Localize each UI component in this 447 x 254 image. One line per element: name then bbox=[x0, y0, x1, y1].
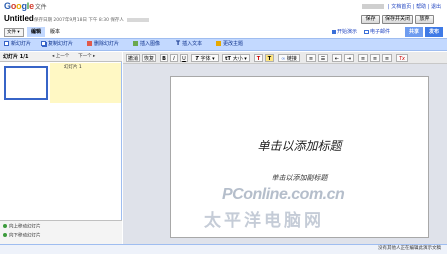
arrow-down-icon bbox=[3, 233, 7, 237]
move-slide-up-button[interactable]: 向上移动幻灯片 bbox=[3, 224, 41, 231]
save-info: 保存日期 2007年9月18日 下午 8:30 保存人 bbox=[34, 17, 149, 23]
move-slide-down-button[interactable]: 向下移动幻灯片 bbox=[3, 233, 41, 240]
copy-slide-icon bbox=[41, 41, 46, 46]
clear-formatting-button[interactable]: Tx bbox=[396, 54, 408, 62]
bulleted-list-icon: ☰ bbox=[320, 56, 326, 62]
slide-nav: ◂ 上一个 下一个 ▸ bbox=[52, 54, 95, 60]
insert-image-icon bbox=[133, 41, 138, 46]
delete-slide-icon bbox=[87, 41, 92, 46]
insert-image-button[interactable]: 插入图像 bbox=[133, 41, 160, 48]
link-button[interactable]: ∞ 链接 bbox=[278, 54, 300, 62]
file-menu-button[interactable]: 文件 ▾ bbox=[4, 28, 24, 37]
copy-slide-label: 复制幻灯片 bbox=[48, 41, 74, 47]
italic-button[interactable]: I bbox=[170, 54, 178, 62]
new-slide-button[interactable]: 新幻灯片 bbox=[4, 41, 31, 48]
insert-text-button[interactable]: T 插入文本 bbox=[176, 41, 202, 48]
align-right-button[interactable]: ≡ bbox=[382, 54, 392, 62]
move-slide-up-label: 向上移动幻灯片 bbox=[9, 224, 41, 230]
publish-button[interactable]: 发布 bbox=[425, 27, 443, 37]
new-slide-icon bbox=[4, 41, 9, 46]
slide-subtitle-placeholder[interactable]: 单击以添加副标题 bbox=[170, 173, 429, 183]
redacted-user-block bbox=[126, 17, 149, 22]
increase-indent-button[interactable]: ⇥ bbox=[344, 54, 354, 62]
delete-slide-label: 删除幻灯片 bbox=[94, 41, 120, 47]
tab-revisions[interactable]: 版本 bbox=[47, 27, 63, 37]
save-info-text: 保存日期 2007年9月18日 下午 8:30 保存人 bbox=[34, 18, 124, 23]
change-theme-icon bbox=[216, 41, 221, 46]
top-links: | 文档首页 | 帮助 | 退出 bbox=[362, 3, 441, 10]
new-slide-label: 新幻灯片 bbox=[11, 41, 32, 47]
presentation-icon bbox=[332, 29, 336, 34]
numbered-list-button[interactable]: ≡ bbox=[306, 54, 316, 62]
save-button[interactable]: 保存 bbox=[361, 15, 380, 24]
outdent-icon: ⇤ bbox=[334, 56, 340, 62]
discard-button[interactable]: 放弃 bbox=[415, 15, 434, 24]
slide-thumbnail-row[interactable] bbox=[50, 63, 121, 103]
google-docs-logo[interactable]: Google文件 bbox=[4, 1, 47, 11]
slide-thumbnail-label: 幻灯片 1 bbox=[64, 65, 82, 70]
tab-edit[interactable]: 编辑 bbox=[27, 27, 45, 37]
numbered-list-icon: ≡ bbox=[308, 56, 314, 62]
email-label: 电子邮件 bbox=[370, 29, 391, 35]
change-theme-label: 更改主题 bbox=[223, 41, 244, 47]
align-right-icon: ≡ bbox=[384, 56, 390, 62]
insert-text-icon: T bbox=[176, 40, 181, 47]
watermark-text: PConline.com.cn bbox=[222, 186, 345, 203]
email-link[interactable]: 电子邮件 bbox=[364, 28, 390, 36]
prev-slide-button[interactable]: ◂ 上一个 bbox=[52, 54, 69, 59]
align-center-icon: ≡ bbox=[372, 56, 378, 62]
align-left-icon: ≡ bbox=[360, 56, 366, 62]
status-text: 没有其他人正在编辑此演示文稿 bbox=[378, 246, 441, 251]
size-dropdown-label: 大小 ▾ bbox=[232, 56, 247, 62]
separator: | bbox=[427, 4, 430, 10]
copy-slide-button[interactable]: 复制幻灯片 bbox=[41, 41, 73, 48]
next-slide-button[interactable]: 下一个 ▸ bbox=[78, 54, 95, 59]
align-left-button[interactable]: ≡ bbox=[358, 54, 368, 62]
save-close-button[interactable]: 保存并关闭 bbox=[382, 15, 413, 24]
sign-out-link[interactable]: 退出 bbox=[431, 4, 441, 10]
indent-icon: ⇥ bbox=[346, 56, 352, 62]
bold-button[interactable]: B bbox=[160, 54, 168, 62]
redacted-account-block bbox=[362, 4, 385, 9]
document-title[interactable]: Untitled bbox=[4, 14, 34, 23]
highlight-color-button[interactable]: T bbox=[265, 54, 274, 62]
email-icon bbox=[364, 29, 369, 34]
font-size-icon: tT bbox=[225, 56, 233, 62]
start-presentation-label: 开始演示 bbox=[337, 29, 358, 35]
docs-home-link[interactable]: 文档首页 bbox=[391, 4, 411, 10]
underline-button[interactable]: U bbox=[180, 54, 188, 62]
bulleted-list-button[interactable]: ☰ bbox=[318, 54, 328, 62]
link-label: 链接 bbox=[286, 56, 297, 62]
separator: | bbox=[387, 4, 390, 10]
insert-text-label: 插入文本 bbox=[182, 41, 203, 47]
separator: | bbox=[412, 4, 415, 10]
watermark-text-cn: 太平洋电脑网 bbox=[204, 211, 324, 231]
arrow-up-icon bbox=[3, 224, 7, 228]
redo-button[interactable]: 恢复 bbox=[142, 54, 156, 62]
move-slide-down-label: 向下移动幻灯片 bbox=[9, 233, 41, 239]
decrease-indent-button[interactable]: ⇤ bbox=[332, 54, 342, 62]
font-dropdown-label: 字体 ▾ bbox=[200, 56, 215, 62]
share-button[interactable]: 共享 bbox=[405, 27, 423, 37]
slides-count-label: 幻灯片 1/1 bbox=[3, 54, 29, 60]
slide-title-placeholder[interactable]: 单击以添加标题 bbox=[170, 137, 429, 154]
font-dropdown[interactable]: T 字体 ▾ bbox=[191, 54, 219, 62]
size-dropdown[interactable]: tT 大小 ▾ bbox=[222, 54, 250, 62]
undo-button[interactable]: 撤消 bbox=[126, 54, 140, 62]
insert-image-label: 插入图像 bbox=[140, 41, 161, 47]
help-link[interactable]: 帮助 bbox=[416, 4, 426, 10]
text-color-button[interactable]: T bbox=[254, 54, 263, 62]
delete-slide-button[interactable]: 删除幻灯片 bbox=[87, 41, 119, 48]
start-presentation-link[interactable]: 开始演示 bbox=[332, 28, 357, 36]
slide-thumbnail[interactable] bbox=[4, 66, 48, 100]
align-center-button[interactable]: ≡ bbox=[370, 54, 380, 62]
logo-product-label: 文件 bbox=[34, 5, 47, 11]
change-theme-button[interactable]: 更改主题 bbox=[216, 41, 243, 48]
